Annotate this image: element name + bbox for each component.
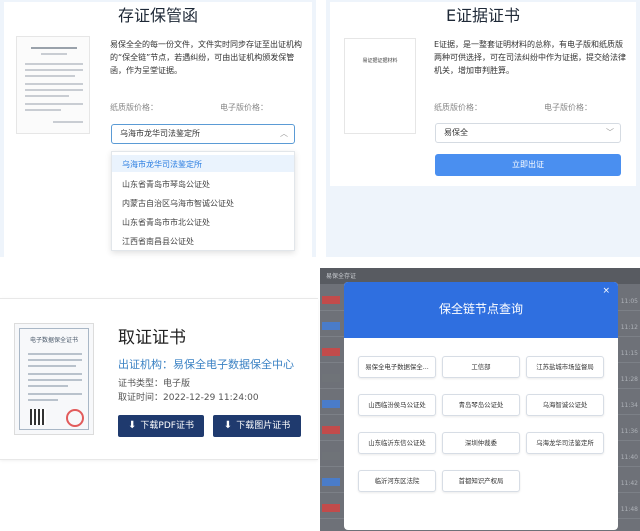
- chevron-down-icon: ﹀: [606, 128, 614, 137]
- close-icon[interactable]: ×: [602, 286, 610, 296]
- certificate-thumb-header: 电子数据保全证书: [29, 337, 78, 344]
- download-icon: ⬇: [128, 420, 137, 431]
- background-row-time: 11:05: [620, 298, 638, 305]
- certificate-title: 取证证书: [118, 328, 186, 348]
- node-button[interactable]: 工信部: [442, 356, 520, 378]
- modal-title: 保全链节点查询: [438, 302, 523, 316]
- paper-price-label: 纸质版价格：: [110, 103, 158, 112]
- issuer-select[interactable]: 易保全 ﹀: [435, 123, 621, 143]
- node-query-panel: 易保全存证 11:05 11:12 11:15 11:28 11:34 11:36 11:4…: [320, 268, 640, 531]
- issue-now-button[interactable]: 立即出证: [435, 154, 621, 176]
- node-button[interactable]: 青岛琴岛公证处: [442, 394, 520, 416]
- e-evidence-description: E证据，是一整套证明材料的总称，有电子版和纸质版两种可供选择，可在司法纠纷中作为…: [434, 40, 626, 75]
- issuer-selected: 易保全: [444, 128, 468, 137]
- download-pdf-button[interactable]: ⬇ 下载PDF证书: [118, 415, 204, 437]
- background-row-thumbnail: [322, 322, 340, 330]
- node-button[interactable]: 临沂河东区法院: [358, 470, 436, 492]
- e-evidence-document-thumbnail: 易证据证据材料: [344, 38, 416, 134]
- certificate-thumbnail: 电子数据保全证书: [14, 323, 94, 435]
- node-query-modal: 保全链节点查询 × 易保全电子数据保全... 工信部 江苏盐城市场监督局山西临汾侯马…: [344, 282, 618, 530]
- node-button[interactable]: 乌海智诚公证处: [526, 394, 604, 416]
- node-button[interactable]: 首都知识产权局: [442, 470, 520, 492]
- dropdown-option[interactable]: 山东省青岛市琴岛公证处: [122, 179, 210, 190]
- background-row-time: 11:48: [620, 506, 638, 513]
- seal-icon: [66, 409, 84, 427]
- background-row-thumbnail: [322, 348, 340, 356]
- background-row-thumbnail: [322, 478, 340, 486]
- background-row-thumbnail: [322, 400, 340, 408]
- electronic-price-label: 电子版价格：: [220, 103, 268, 112]
- dropdown-option[interactable]: 江西省南昌县公证处: [122, 236, 194, 247]
- background-row-thumbnail: [322, 504, 340, 512]
- chevron-up-icon: ︿: [280, 129, 288, 138]
- notary-org-selected: 乌海市龙华司法鉴定所: [120, 129, 200, 138]
- background-row-thumbnail: [322, 426, 340, 434]
- node-button[interactable]: 深圳仲裁委: [442, 432, 520, 454]
- background-row-time: 11:15: [620, 350, 638, 357]
- dropdown-option[interactable]: 内蒙古自治区乌海市智诚公证处: [122, 198, 234, 209]
- node-button[interactable]: 乌海龙华司法鉴定所: [526, 432, 604, 454]
- storage-letter-document-thumbnail: [16, 36, 90, 134]
- download-pdf-label: 下载PDF证书: [140, 421, 194, 431]
- background-row-thumbnail: [322, 452, 340, 460]
- background-row-time: 11:34: [620, 402, 638, 409]
- e-evidence-panel: E证据证书 易证据证据材料 E证据，是一整套证明材料的总称，有电子版和纸质版两种…: [326, 0, 640, 257]
- background-row-thumbnail: [322, 374, 340, 382]
- download-image-button[interactable]: ⬇ 下载图片证书: [213, 415, 301, 437]
- paper-price-label: 纸质版价格：: [434, 103, 482, 112]
- node-button[interactable]: 易保全电子数据保全...: [358, 356, 436, 378]
- download-image-label: 下载图片证书: [236, 421, 291, 431]
- e-evidence-body: 易证据证据材料 E证据，是一整套证明材料的总称，有电子版和纸质版两种可供选择，可…: [330, 26, 636, 186]
- certificate-type: 证书类型：电子版: [118, 379, 191, 389]
- background-row-time: 11:40: [620, 454, 638, 461]
- node-button[interactable]: 江苏盐城市场监督局: [526, 356, 604, 378]
- dropdown-option[interactable]: 乌海市龙华司法鉴定所: [122, 159, 202, 170]
- electronic-price-label: 电子版价格：: [544, 103, 592, 112]
- certificate-frame: 电子数据保全证书: [19, 328, 89, 430]
- notary-org-dropdown: 乌海市龙华司法鉴定所 山东省青岛市琴岛公证处 内蒙古自治区乌海市智诚公证处 山东…: [111, 151, 295, 251]
- download-icon: ⬇: [223, 420, 233, 431]
- modal-header: 保全链节点查询 ×: [344, 282, 618, 338]
- certificate-org: 出证机构：易保全电子数据保全中心: [118, 358, 294, 371]
- background-row-time: 11:28: [620, 376, 638, 383]
- e-evidence-doc-caption: 易证据证据材料: [362, 58, 398, 64]
- dropdown-option[interactable]: 山东省青岛市市北公证处: [122, 217, 210, 228]
- certificate-panel: 电子数据保全证书 取证证书 出证机构：易保全电子数据保全中心 证书类型：电子版 …: [0, 298, 318, 460]
- background-header-text: 易保全存证: [326, 273, 357, 280]
- certificate-time: 取证时间：2022-12-29 11:24:00: [118, 393, 259, 403]
- background-row-time: 11:12: [620, 324, 638, 331]
- storage-letter-panel: 存证保管函 易保全全的每一份文件，文件实时同步存证至出证机构的“保全链”节点，若…: [0, 0, 316, 257]
- node-button[interactable]: 山东临沂东信公证处: [358, 432, 436, 454]
- background-row-thumbnail: [322, 296, 340, 304]
- storage-letter-description: 易保全全的每一份文件，文件实时同步存证至出证机构的“保全链”节点，若遇纠纷，可由…: [110, 40, 302, 75]
- notary-org-select[interactable]: 乌海市龙华司法鉴定所 ︿: [111, 124, 295, 144]
- background-row-time: 11:36: [620, 428, 638, 435]
- node-button[interactable]: 山西临汾侯马公证处: [358, 394, 436, 416]
- qr-code-icon: [30, 409, 46, 425]
- background-row-time: 11:42: [620, 480, 638, 487]
